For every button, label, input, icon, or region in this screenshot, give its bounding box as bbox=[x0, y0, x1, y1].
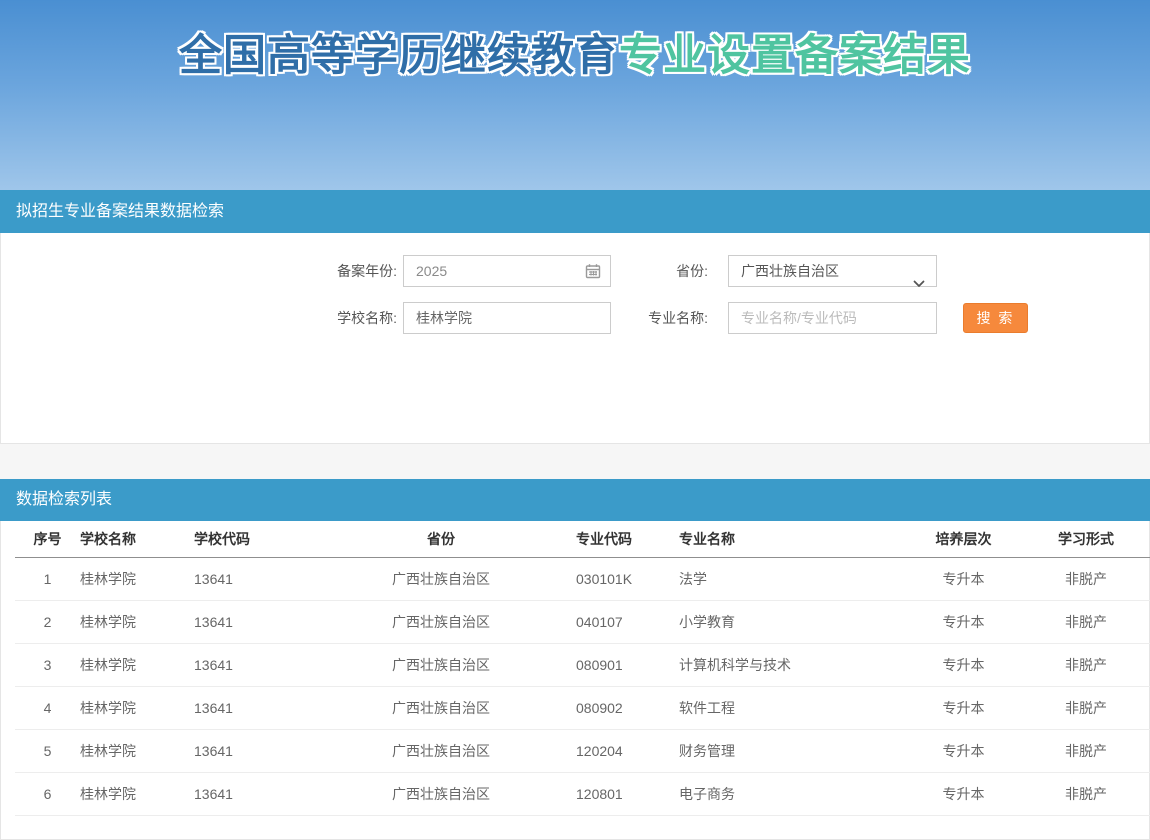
table-cell: 2 bbox=[15, 600, 80, 643]
column-header: 专业代码 bbox=[551, 521, 679, 557]
table-cell: 非脱产 bbox=[1021, 686, 1150, 729]
table-row: 5桂林学院13641广西壮族自治区120204财务管理专升本非脱产 bbox=[15, 729, 1150, 772]
table-cell: 4 bbox=[15, 686, 80, 729]
form-row-2: 学校名称: 专业名称: 搜 索 bbox=[231, 302, 1149, 334]
year-field bbox=[403, 255, 611, 287]
page-title-part1: 全国高等学历继续教育 bbox=[179, 32, 619, 80]
table-cell: 13641 bbox=[194, 600, 331, 643]
year-label: 备案年份: bbox=[231, 261, 397, 281]
table-cell: 040107 bbox=[551, 600, 679, 643]
results-table-body: 1桂林学院13641广西壮族自治区030101K法学专升本非脱产2桂林学院136… bbox=[15, 557, 1150, 815]
column-header: 学校名称 bbox=[80, 521, 194, 557]
table-cell: 120801 bbox=[551, 772, 679, 815]
column-header: 培养层次 bbox=[906, 521, 1021, 557]
results-panel-header: 数据检索列表 bbox=[0, 479, 1150, 521]
results-panel: 数据检索列表 序号学校名称学校代码省份专业代码专业名称培养层次学习形式 1桂林学… bbox=[0, 479, 1150, 840]
major-input[interactable] bbox=[728, 302, 937, 334]
column-header: 专业名称 bbox=[679, 521, 906, 557]
table-cell: 专升本 bbox=[906, 600, 1021, 643]
section-gap bbox=[0, 444, 1150, 479]
search-button[interactable]: 搜 索 bbox=[963, 303, 1028, 333]
search-panel: 拟招生专业备案结果数据检索 备案年份: bbox=[0, 190, 1150, 444]
table-row: 1桂林学院13641广西壮族自治区030101K法学专升本非脱产 bbox=[15, 557, 1150, 600]
table-cell: 桂林学院 bbox=[80, 772, 194, 815]
table-cell: 13641 bbox=[194, 686, 331, 729]
column-header: 学校代码 bbox=[194, 521, 331, 557]
table-cell: 专升本 bbox=[906, 772, 1021, 815]
table-cell: 广西壮族自治区 bbox=[331, 643, 551, 686]
table-cell: 5 bbox=[15, 729, 80, 772]
table-cell: 广西壮族自治区 bbox=[331, 772, 551, 815]
table-row: 4桂林学院13641广西壮族自治区080902软件工程专升本非脱产 bbox=[15, 686, 1150, 729]
table-row: 6桂林学院13641广西壮族自治区120801电子商务专升本非脱产 bbox=[15, 772, 1150, 815]
table-cell: 桂林学院 bbox=[80, 600, 194, 643]
column-header: 学习形式 bbox=[1021, 521, 1150, 557]
table-cell: 13641 bbox=[194, 557, 331, 600]
table-cell: 电子商务 bbox=[679, 772, 906, 815]
table-cell: 1 bbox=[15, 557, 80, 600]
table-row: 2桂林学院13641广西壮族自治区040107小学教育专升本非脱产 bbox=[15, 600, 1150, 643]
banner: 全国高等学历继续教育专业设置备案结果 bbox=[0, 0, 1150, 190]
major-label: 专业名称: bbox=[611, 308, 708, 328]
table-cell: 非脱产 bbox=[1021, 600, 1150, 643]
table-cell: 桂林学院 bbox=[80, 729, 194, 772]
table-header-row: 序号学校名称学校代码省份专业代码专业名称培养层次学习形式 bbox=[15, 521, 1150, 557]
school-label: 学校名称: bbox=[231, 308, 397, 328]
search-panel-body: 备案年份: 省份: bbox=[0, 233, 1150, 444]
column-header: 省份 bbox=[331, 521, 551, 557]
calendar-icon[interactable] bbox=[585, 263, 601, 284]
table-row: 3桂林学院13641广西壮族自治区080901计算机科学与技术专升本非脱产 bbox=[15, 643, 1150, 686]
page-title: 全国高等学历继续教育专业设置备案结果 bbox=[0, 33, 1150, 80]
form-row-1: 备案年份: 省份: bbox=[231, 255, 1149, 287]
table-cell: 非脱产 bbox=[1021, 772, 1150, 815]
table-cell: 专升本 bbox=[906, 686, 1021, 729]
table-cell: 030101K bbox=[551, 557, 679, 600]
table-cell: 非脱产 bbox=[1021, 643, 1150, 686]
table-cell: 13641 bbox=[194, 772, 331, 815]
chevron-down-icon bbox=[913, 268, 925, 298]
results-table: 序号学校名称学校代码省份专业代码专业名称培养层次学习形式 1桂林学院13641广… bbox=[15, 521, 1150, 816]
table-cell: 非脱产 bbox=[1021, 729, 1150, 772]
table-cell: 专升本 bbox=[906, 557, 1021, 600]
table-cell: 广西壮族自治区 bbox=[331, 686, 551, 729]
page-title-part2: 专业设置备案结果 bbox=[619, 32, 971, 80]
results-panel-body: 序号学校名称学校代码省份专业代码专业名称培养层次学习形式 1桂林学院13641广… bbox=[0, 521, 1150, 840]
search-panel-header: 拟招生专业备案结果数据检索 bbox=[0, 190, 1150, 233]
table-cell: 法学 bbox=[679, 557, 906, 600]
table-cell: 桂林学院 bbox=[80, 643, 194, 686]
year-input[interactable] bbox=[403, 255, 611, 287]
school-input[interactable] bbox=[403, 302, 611, 334]
table-cell: 13641 bbox=[194, 643, 331, 686]
column-header: 序号 bbox=[15, 521, 80, 557]
table-cell: 080901 bbox=[551, 643, 679, 686]
major-field bbox=[728, 302, 937, 334]
table-cell: 专升本 bbox=[906, 643, 1021, 686]
table-cell: 13641 bbox=[194, 729, 331, 772]
province-label: 省份: bbox=[611, 261, 708, 281]
results-table-head: 序号学校名称学校代码省份专业代码专业名称培养层次学习形式 bbox=[15, 521, 1150, 557]
province-select-value: 广西壮族自治区 bbox=[741, 263, 839, 279]
table-cell: 3 bbox=[15, 643, 80, 686]
table-cell: 广西壮族自治区 bbox=[331, 600, 551, 643]
school-field bbox=[403, 302, 611, 334]
table-cell: 专升本 bbox=[906, 729, 1021, 772]
province-select[interactable]: 广西壮族自治区 bbox=[728, 255, 937, 287]
table-cell: 080902 bbox=[551, 686, 679, 729]
table-cell: 桂林学院 bbox=[80, 557, 194, 600]
table-cell: 计算机科学与技术 bbox=[679, 643, 906, 686]
table-cell: 软件工程 bbox=[679, 686, 906, 729]
table-cell: 6 bbox=[15, 772, 80, 815]
table-cell: 小学教育 bbox=[679, 600, 906, 643]
table-cell: 120204 bbox=[551, 729, 679, 772]
table-cell: 桂林学院 bbox=[80, 686, 194, 729]
table-cell: 财务管理 bbox=[679, 729, 906, 772]
table-cell: 广西壮族自治区 bbox=[331, 729, 551, 772]
table-cell: 广西壮族自治区 bbox=[331, 557, 551, 600]
table-cell: 非脱产 bbox=[1021, 557, 1150, 600]
